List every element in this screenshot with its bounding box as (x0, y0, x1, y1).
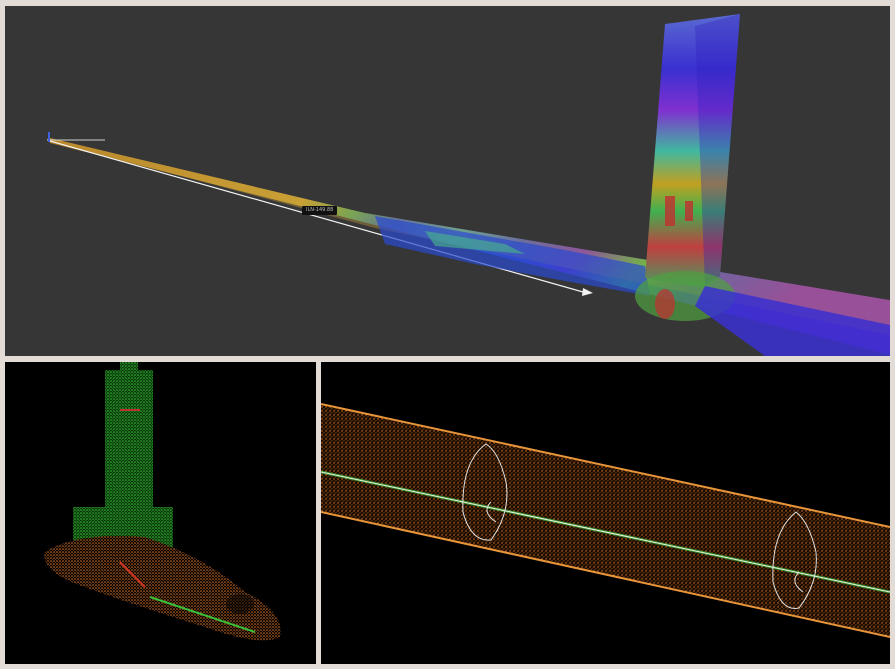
pipe-section-point-cloud (321, 403, 890, 638)
horizontal-pipe-cloud (44, 536, 281, 641)
main-3d-viewport[interactable]: ILN-149.88 (5, 6, 890, 356)
pipe-cloud (321, 404, 890, 637)
junction-point-cloud-viewport[interactable] (5, 362, 316, 664)
pipe-network-render (47, 14, 890, 356)
riser-red-spot (685, 201, 693, 221)
pipe-opening (226, 594, 254, 614)
pipe-centerline (49, 140, 584, 293)
junction-point-cloud (44, 362, 281, 641)
pipe-section-point-cloud-viewport[interactable] (321, 362, 890, 664)
junction-red (655, 289, 675, 319)
riser-cloud (105, 370, 153, 510)
direction-arrow (582, 288, 593, 296)
measurement-tag[interactable]: ILN-149.88 (302, 206, 338, 215)
riser-red-spot (665, 196, 675, 226)
riser-cap (120, 362, 138, 374)
